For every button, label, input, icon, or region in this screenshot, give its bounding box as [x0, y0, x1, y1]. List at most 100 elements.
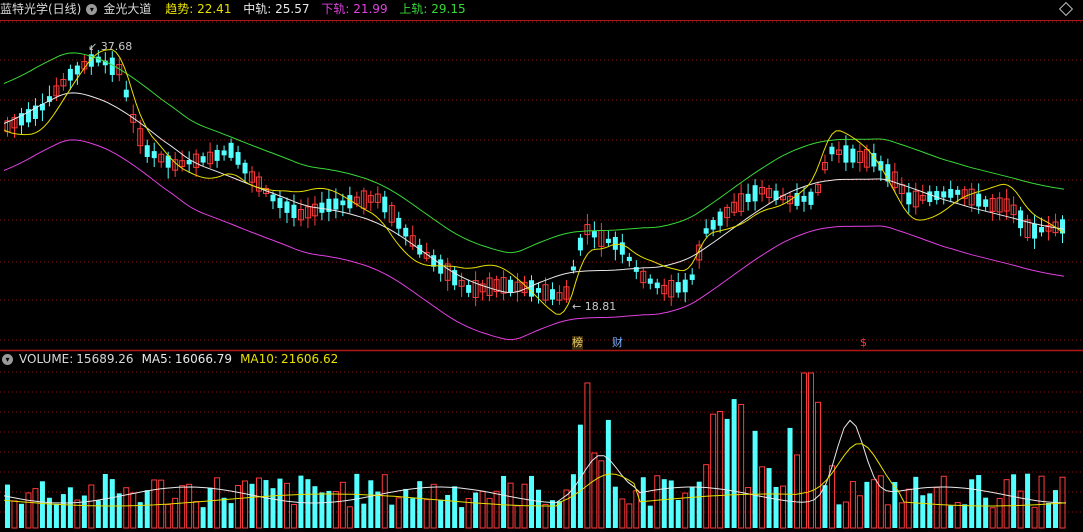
volume-bar: [954, 502, 961, 529]
volume-bar: [807, 372, 814, 529]
candle-body: [941, 191, 947, 198]
volume-bar: [549, 500, 555, 528]
volume-bar: [940, 475, 947, 529]
volume-bar: [529, 475, 535, 528]
volume-bar: [626, 503, 633, 529]
candle-body: [319, 202, 325, 213]
volume-bar: [4, 484, 10, 528]
volume-bar: [11, 500, 18, 529]
volume-bar: [312, 486, 318, 528]
candle-body: [717, 211, 723, 226]
event-mark-rank[interactable]: 榜: [572, 336, 583, 350]
volume-bar: [354, 473, 360, 528]
volume-bar: [445, 494, 451, 528]
volume-bar: [346, 506, 353, 529]
volume-bar: [822, 485, 828, 528]
volume-bar: [849, 481, 856, 529]
volume-bar: [1011, 474, 1017, 528]
volume-bar: [836, 504, 842, 528]
volume-bar: [983, 497, 989, 528]
candle-body: [808, 191, 814, 205]
trend-line: [3, 48, 1065, 315]
volume-bar: [339, 481, 346, 529]
candlestick-chart-area[interactable]: [0, 0, 1083, 532]
volume-bar: [969, 479, 975, 528]
volume-bar: [542, 503, 549, 529]
candle-body: [529, 280, 535, 297]
volume-bar: [290, 504, 297, 529]
volume-bar: [438, 499, 444, 528]
volume-bar: [870, 479, 877, 529]
candle-body: [850, 148, 856, 163]
candle-body: [605, 238, 611, 244]
candle-body: [710, 220, 716, 230]
volume-bar: [598, 460, 605, 529]
volume-bar: [501, 475, 507, 528]
volume-bar: [1031, 506, 1038, 529]
volume-bar: [591, 452, 598, 529]
volume-bar: [493, 490, 500, 529]
volume-bar: [486, 497, 493, 529]
volume-bar: [773, 486, 779, 528]
event-mark-dollar[interactable]: $: [860, 336, 867, 350]
candle-body: [242, 162, 248, 174]
volume-bar: [1046, 502, 1052, 528]
candle-body: [675, 282, 681, 293]
candle-body: [535, 288, 541, 293]
candle-body: [291, 204, 297, 219]
volume-bar: [619, 498, 626, 529]
candle-body: [976, 193, 982, 207]
volume-bar: [1003, 479, 1010, 529]
volume-bar: [381, 474, 388, 529]
volume-bar: [403, 488, 409, 528]
candle-body: [466, 284, 472, 293]
volume-bar: [535, 489, 541, 528]
candle-body: [689, 274, 695, 280]
candle-body: [382, 196, 388, 213]
volume-bar: [228, 503, 234, 528]
volume-bar: [395, 497, 402, 529]
high-price-marker: ↙ 37.68: [88, 40, 133, 53]
volume-bar: [612, 486, 618, 528]
event-mark-finance[interactable]: 财: [612, 336, 623, 350]
volume-bar: [332, 491, 339, 529]
volume-bar: [256, 477, 263, 529]
volume-bar: [214, 477, 221, 529]
volume-bar: [920, 495, 926, 528]
candle-body: [340, 200, 346, 206]
volume-bar: [32, 488, 39, 529]
volume-bar: [696, 481, 702, 528]
volume-bar: [584, 382, 591, 529]
volume-bar: [130, 492, 137, 529]
volume-bar: [298, 475, 304, 528]
candle-body: [214, 149, 220, 161]
candle-body: [927, 191, 933, 202]
volume-bar: [81, 495, 87, 528]
volume-bar: [172, 497, 179, 529]
candle-body: [1032, 223, 1038, 239]
candle-body: [570, 266, 576, 271]
candle-body: [612, 236, 618, 250]
volume-bar: [1038, 475, 1045, 529]
candle-body: [67, 68, 73, 81]
volume-bar: [1017, 490, 1024, 529]
volume-bar: [186, 483, 193, 529]
candle-body: [221, 150, 227, 156]
low-price-marker: ← 18.81: [572, 300, 617, 313]
volume-bar: [305, 479, 311, 528]
volume-bar: [689, 486, 695, 528]
candle-body: [403, 227, 409, 237]
candle-body: [843, 145, 849, 163]
volume-bar: [731, 399, 737, 528]
volume-bar: [654, 475, 661, 529]
candle-body: [745, 193, 751, 203]
volume-bar: [389, 504, 395, 528]
candle-body: [284, 201, 290, 213]
volume-bar: [249, 483, 255, 528]
volume-bar: [361, 503, 367, 528]
candle-body: [752, 185, 758, 202]
volume-bar: [423, 499, 430, 529]
volume-bar: [102, 473, 108, 528]
candle-body: [74, 65, 80, 75]
volume-bar: [263, 480, 269, 528]
